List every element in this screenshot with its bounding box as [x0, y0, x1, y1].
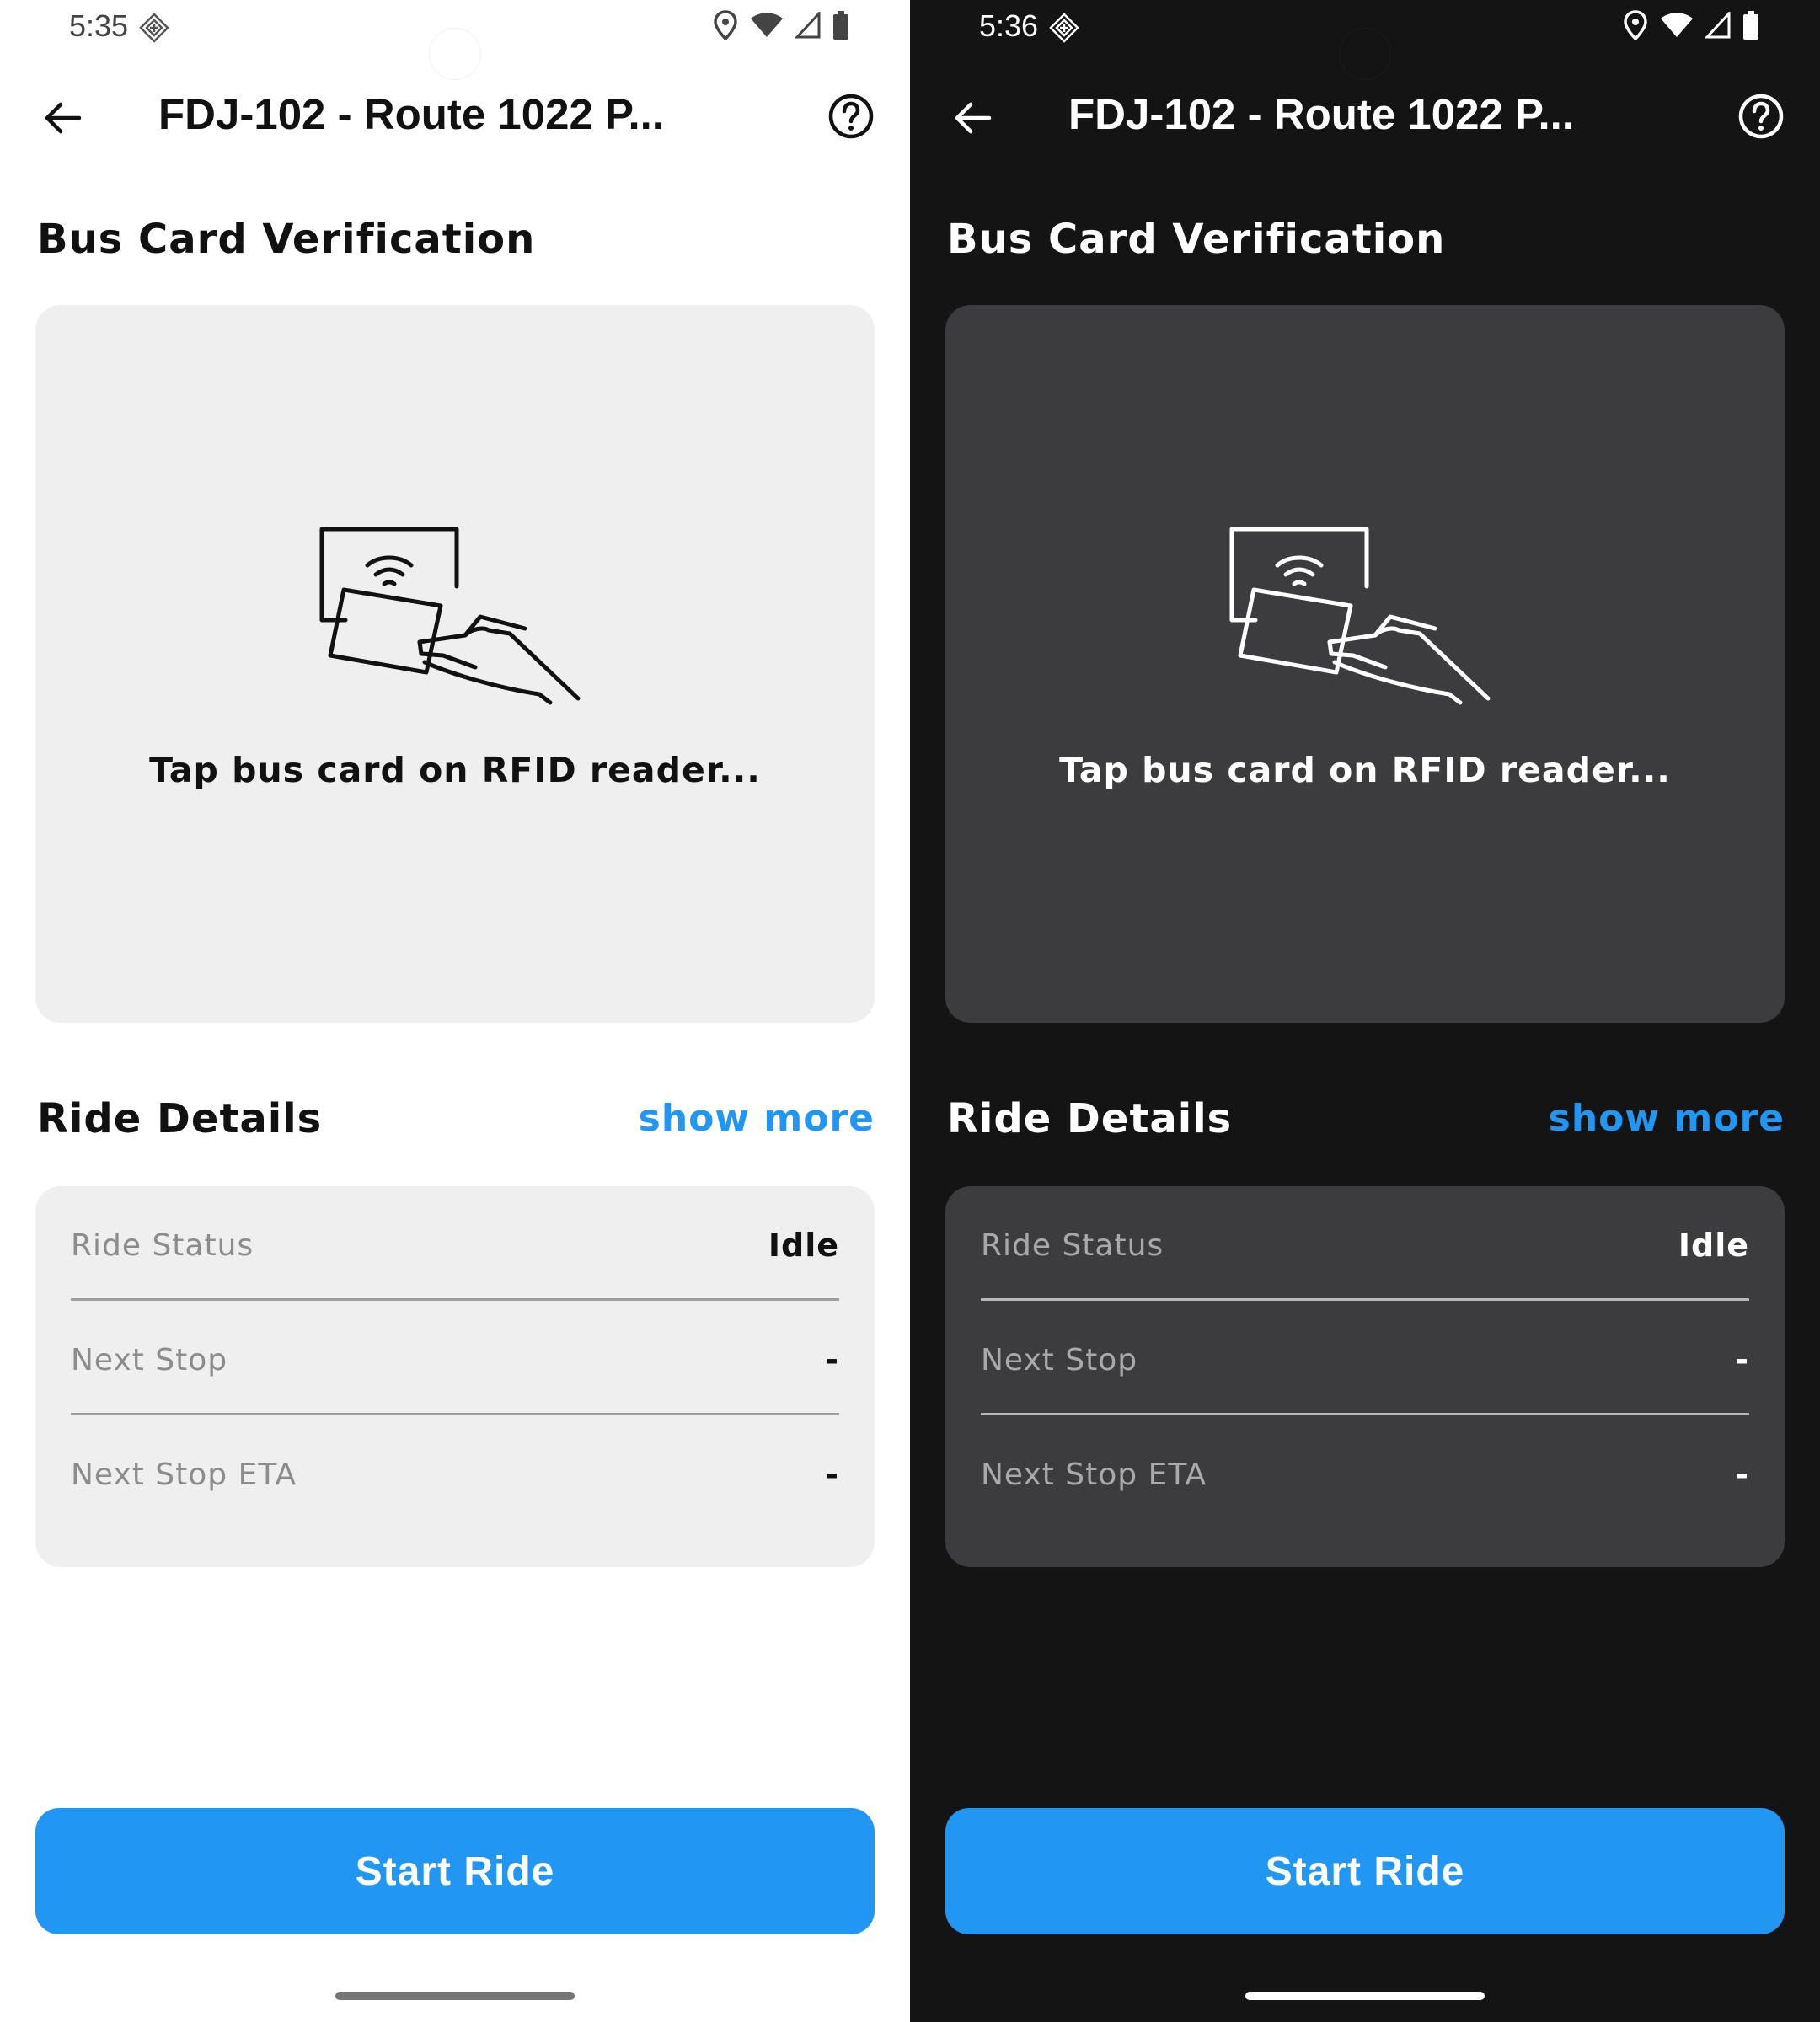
back-button[interactable] [945, 93, 999, 147]
detail-label: Next Stop [71, 1343, 228, 1377]
wifi-icon [1660, 12, 1694, 39]
detail-label: Next Stop ETA [981, 1458, 1207, 1492]
detail-row-next-stop: Next Stop - [981, 1301, 1749, 1415]
light-theme-screen: 5:35 FDJ-102 - Route 1022 P... Bus Card … [0, 0, 910, 2022]
dark-theme-screen: 5:36 FDJ-102 - Route 1022 P... Bus Card … [910, 0, 1820, 2022]
ride-details-heading: Ride Details [37, 1095, 323, 1142]
status-icons [713, 10, 849, 40]
page-title: FDJ-102 - Route 1022 P... [1068, 90, 1574, 138]
rfid-verification-card: Tap bus card on RFID reader... [35, 305, 875, 1023]
detail-row-next-stop-eta: Next Stop ETA - [71, 1415, 839, 1530]
app-bar: FDJ-102 - Route 1022 P... [910, 84, 1820, 152]
rfid-card-tap-icon [318, 527, 597, 713]
help-circle-icon [1737, 93, 1785, 143]
verification-heading: Bus Card Verification [947, 216, 1446, 263]
start-ride-label: Start Ride [1265, 1848, 1465, 1894]
ride-details-heading: Ride Details [947, 1095, 1233, 1142]
status-time: 5:35 [69, 8, 129, 43]
location-pin-icon [1623, 10, 1648, 40]
detail-value: - [1735, 1456, 1749, 1493]
camera-cutout [1340, 29, 1390, 79]
home-indicator[interactable] [1245, 1992, 1485, 2000]
page-title: FDJ-102 - Route 1022 P... [158, 90, 664, 138]
arrow-left-icon [952, 98, 993, 142]
rfid-instruction: Tap bus card on RFID reader... [149, 750, 761, 790]
cell-signal-icon [1705, 12, 1731, 39]
detail-label: Ride Status [71, 1228, 254, 1263]
sync-diamond-icon [1048, 12, 1080, 44]
battery-icon [1742, 11, 1759, 40]
show-more-link[interactable]: show more [1549, 1097, 1785, 1140]
detail-row-next-stop: Next Stop - [71, 1301, 839, 1415]
show-more-link[interactable]: show more [639, 1097, 875, 1140]
detail-value: Idle [1678, 1227, 1749, 1264]
rfid-card-tap-icon [1228, 527, 1507, 713]
start-ride-button[interactable]: Start Ride [35, 1808, 875, 1934]
detail-value: - [825, 1456, 839, 1493]
detail-row-next-stop-eta: Next Stop ETA - [981, 1415, 1749, 1530]
home-indicator[interactable] [335, 1992, 575, 2000]
help-button[interactable] [1734, 91, 1788, 145]
detail-label: Next Stop [981, 1343, 1138, 1377]
location-pin-icon [713, 10, 738, 40]
back-button[interactable] [35, 93, 89, 147]
detail-label: Next Stop ETA [71, 1458, 297, 1492]
rfid-verification-card: Tap bus card on RFID reader... [945, 305, 1785, 1023]
start-ride-label: Start Ride [355, 1848, 555, 1894]
detail-row-ride-status: Ride Status Idle [981, 1186, 1749, 1301]
detail-row-ride-status: Ride Status Idle [71, 1186, 839, 1301]
help-button[interactable] [824, 91, 878, 145]
app-bar: FDJ-102 - Route 1022 P... [0, 84, 910, 152]
status-icons [1623, 10, 1759, 40]
help-circle-icon [827, 93, 875, 143]
arrow-left-icon [42, 98, 83, 142]
rfid-instruction: Tap bus card on RFID reader... [1059, 750, 1671, 790]
verification-heading: Bus Card Verification [37, 216, 536, 263]
sync-diamond-icon [138, 12, 170, 44]
detail-value: - [825, 1341, 839, 1378]
camera-cutout [430, 29, 480, 79]
detail-value: - [1735, 1341, 1749, 1378]
ride-details-card: Ride Status Idle Next Stop - Next Stop E… [945, 1186, 1785, 1567]
detail-value: Idle [768, 1227, 839, 1264]
detail-label: Ride Status [981, 1228, 1164, 1263]
wifi-icon [750, 12, 784, 39]
status-time: 5:36 [979, 8, 1039, 43]
cell-signal-icon [795, 12, 821, 39]
ride-details-card: Ride Status Idle Next Stop - Next Stop E… [35, 1186, 875, 1567]
start-ride-button[interactable]: Start Ride [945, 1808, 1785, 1934]
battery-icon [832, 11, 849, 40]
